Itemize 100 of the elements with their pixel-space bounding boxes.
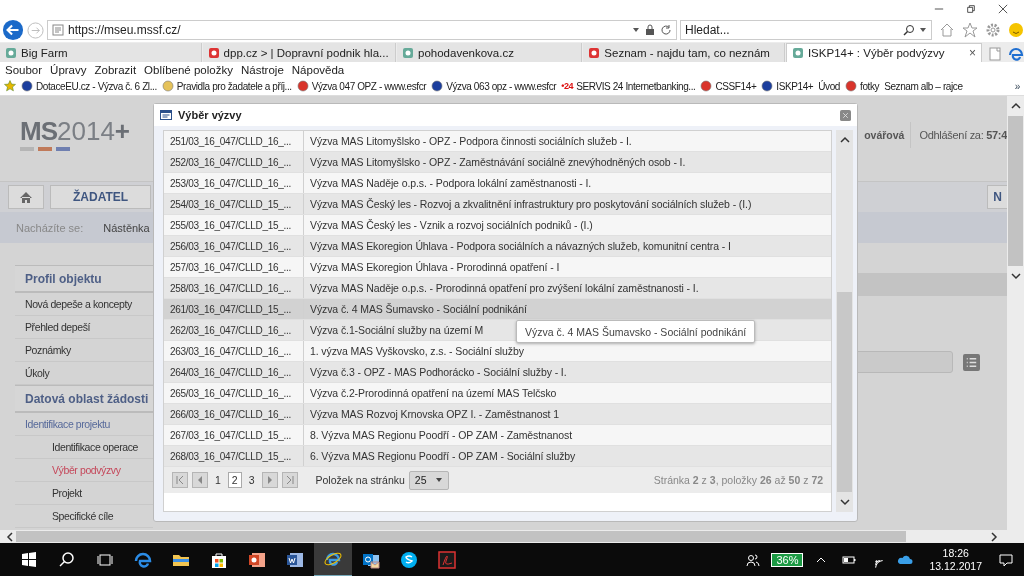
- search-icon[interactable]: [903, 24, 915, 36]
- site-icon: [700, 80, 713, 92]
- scrollbar[interactable]: [0, 530, 1024, 543]
- menu-item[interactable]: Zobrazit: [94, 63, 137, 76]
- favorite-link[interactable]: •24 SERVIS 24 Internetbanking...: [561, 80, 696, 92]
- table-cell: 261/03_16_047/CLLD_15_...: [164, 299, 304, 319]
- favorite-link[interactable]: Výzva 047 OPZ - www.esfcr: [296, 80, 427, 92]
- table-cell: 264/03_16_047/CLLD_16_...: [164, 362, 304, 382]
- browser-tab[interactable]: dpp.cz > | Dopravní podnik hla...: [202, 43, 397, 62]
- sidebar-item[interactable]: Specifické cíle: [15, 505, 153, 528]
- menu-item[interactable]: Soubor: [5, 63, 43, 76]
- table-row[interactable]: 261/03_16_047/CLLD_15_... Výzva č. 4 MAS Šumavsko - Sociální podnikání: [164, 299, 832, 320]
- page-number[interactable]: 2: [227, 472, 242, 488]
- browser-tab[interactable]: Big Farm: [0, 43, 202, 62]
- table-row[interactable]: 267/03_16_047/CLLD_15_... 8. Výzva MAS Regionu Poodří - OP ZAM - Zaměstnanost: [164, 425, 832, 446]
- browser-icon[interactable]: [314, 542, 352, 576]
- table-cell: 251/03_16_047/CLLD_16_...: [164, 131, 304, 151]
- menu-item[interactable]: Nápověda: [291, 63, 345, 76]
- list-button[interactable]: [963, 353, 980, 371]
- menu-item[interactable]: Nástroje: [240, 63, 284, 76]
- table-cell: 255/03_16_047/CLLD_15_...: [164, 215, 304, 235]
- breadcrumb-item[interactable]: Nástěnka: [103, 221, 150, 234]
- last-page-button[interactable]: [281, 472, 298, 488]
- refresh-icon[interactable]: [660, 24, 672, 36]
- dropdown-icon[interactable]: [919, 26, 927, 34]
- table-row[interactable]: 254/03_16_047/CLLD_15_... Výzva MAS Český les - Rozvoj a zkvalitnění infrastruktury pro poskytování sociálních služeb - (I.): [164, 194, 832, 215]
- table-row[interactable]: 257/03_16_047/CLLD_16_... Výzva MAS Ekoregion Úhlava - Prorodinná opatření - I: [164, 257, 832, 278]
- scroll-down-icon[interactable]: [1009, 270, 1022, 282]
- close-icon[interactable]: [998, 4, 1008, 14]
- table-cell: 253/03_16_047/CLLD_16_...: [164, 173, 304, 193]
- restore-icon[interactable]: [966, 4, 976, 14]
- table-row[interactable]: 256/03_16_047/CLLD_16_... Výzva MAS Ekoregion Úhlava - Podpora sociálních a návazných služeb, komunitní centra - I: [164, 236, 832, 257]
- site-icon: [21, 80, 33, 92]
- table-cell-text: Výzva MAS Český les - Rozvoj a zkvalitnění infrastruktury pro poskytování sociálních služeb - (I.): [309, 197, 752, 212]
- table-row[interactable]: 258/03_16_047/CLLD_16_... Výzva MAS Naděje o.p.s. - Prorodinná opatření pro zvýšení lokální zaměstnanosti - I.: [164, 278, 832, 299]
- user-name: ovářová: [864, 128, 905, 141]
- table-row[interactable]: 251/03_16_047/CLLD_16_... Výzva MAS Litomyšlsko - OPZ - Podpora činnosti sociálních služeb - I.: [164, 131, 832, 152]
- star-icon[interactable]: [962, 22, 978, 38]
- nav-button[interactable]: N: [987, 185, 1007, 209]
- sidebar-heading[interactable]: Profil objektu: [15, 265, 153, 293]
- scrollbar[interactable]: [1007, 96, 1024, 530]
- close-button[interactable]: [840, 109, 851, 121]
- table-cell-text: 1. výzva MAS Vyškovsko, z.s. - Sociální služby: [309, 344, 524, 359]
- table-row[interactable]: 253/03_16_047/CLLD_16_... Výzva MAS Naděje o.p.s. - Podpora lokální zaměstnanosti - I.: [164, 173, 832, 194]
- table-cell-text: Výzva MAS Ekoregion Úhlava - Prorodinná opatření - I: [309, 260, 560, 275]
- clock-date[interactable]: 13.12.2017: [929, 559, 982, 573]
- search-field[interactable]: Hledat...: [680, 20, 932, 40]
- sidebar-heading[interactable]: Datová oblast žádosti: [15, 385, 153, 413]
- menu-item[interactable]: Úpravy: [50, 63, 87, 76]
- page-size-dropdown[interactable]: 25: [408, 470, 449, 490]
- favorite-link[interactable]: ISKP14+: [761, 80, 814, 92]
- favorite-link[interactable]: DotaceEU.cz - Výzva č. 6 Zl...: [21, 80, 157, 92]
- scroll-left-icon[interactable]: [4, 530, 16, 543]
- scroll-right-icon[interactable]: [988, 530, 1000, 543]
- table-cell: 258/03_16_047/CLLD_16_...: [164, 278, 304, 298]
- browser-tab[interactable]: pohodavenkova.cz: [397, 43, 583, 62]
- scroll-down-icon[interactable]: [838, 496, 851, 508]
- home-icon[interactable]: [939, 22, 955, 38]
- favorite-link[interactable]: Výzva 063 opz - www.esfcr: [431, 80, 557, 92]
- tab-close-button[interactable]: ×: [969, 46, 976, 60]
- browser-tab[interactable]: Seznam - najdu tam, co neznám: [583, 43, 785, 62]
- favorite-link[interactable]: fotky: [845, 80, 880, 92]
- page-number[interactable]: 3: [245, 473, 258, 487]
- role-button[interactable]: ŽADATEL: [50, 185, 152, 209]
- lock-icon: [644, 24, 656, 36]
- table-cell-text: 8. Výzva MAS Regionu Poodří - OP ZAM - Zaměstnanost: [309, 428, 572, 443]
- address-field[interactable]: https://mseu.mssf.cz/: [47, 20, 677, 40]
- smiley-icon[interactable]: [1008, 22, 1024, 38]
- back-button[interactable]: [2, 19, 24, 41]
- site-icon: [402, 46, 415, 59]
- clock-time[interactable]: 18:26: [942, 546, 969, 560]
- page-info: Stránka 2 z 3, položky 26 až 50 z 72: [653, 474, 824, 486]
- favorite-link[interactable]: Pravidla pro žadatele a příj...: [161, 80, 292, 92]
- table-row[interactable]: 252/03_16_047/CLLD_16_... Výzva MAS Litomyšlsko - OPZ - Zaměstnávání sociálně znevýhodněných osob - I.: [164, 152, 832, 173]
- table-row[interactable]: 268/03_16_047/CLLD_15_... 6. Výzva MAS Regionu Poodří - OP ZAM - Sociální služby: [164, 446, 832, 467]
- people-icon[interactable]: [745, 551, 762, 568]
- notification-icon[interactable]: [998, 551, 1014, 568]
- battery-indicator[interactable]: 36%: [771, 552, 804, 567]
- next-page-button[interactable]: [261, 472, 278, 488]
- table-cell-text: Výzva MAS Ekoregion Úhlava - Podpora sociálních a návazných služeb, komunitní centra - I: [309, 239, 731, 254]
- table-row[interactable]: 266/03_16_047/CLLD_16_... Výzva MAS Rozvoj Krnovska OPZ I. - Zaměstnanost 1: [164, 404, 832, 425]
- menu-item[interactable]: Oblíbené položky: [144, 63, 233, 76]
- table-row[interactable]: 264/03_16_047/CLLD_16_... Výzva č.3 - OPZ - MAS Podhorácko - Sociální služby - I.: [164, 362, 832, 383]
- favorite-link[interactable]: Seznam alb – rajce: [884, 80, 963, 92]
- home-button[interactable]: [8, 185, 44, 209]
- favorites-star-icon[interactable]: [4, 80, 16, 92]
- table-row[interactable]: 255/03_16_047/CLLD_15_... Výzva MAS Český les - Vznik a rozvoj sociálních podniků - (I.): [164, 215, 832, 236]
- edge-icon[interactable]: [1008, 46, 1024, 62]
- dropdown-icon[interactable]: [632, 26, 640, 34]
- table-cell: 263/03_16_047/CLLD_16_...: [164, 341, 304, 361]
- page-number[interactable]: 1: [212, 473, 224, 487]
- table-row[interactable]: 263/03_16_047/CLLD_16_... 1. výzva MAS Vyškovsko, z.s. - Sociální služby: [164, 341, 832, 362]
- favorite-link[interactable]: CSSF14+: [700, 80, 757, 92]
- settings-icon[interactable]: [985, 22, 1001, 38]
- favorite-link[interactable]: Úvod: [818, 80, 841, 92]
- table-row[interactable]: 265/03_16_047/CLLD_16_... Výzva č.2-Prorodinná opatření na území MAS Telčsko: [164, 383, 832, 404]
- more-favorites-button[interactable]: »: [1014, 80, 1024, 92]
- scrollbar[interactable]: [836, 130, 853, 512]
- site-icon: [845, 80, 858, 92]
- browser-tab[interactable]: ISKP14+ : Výběr podvýzvy ×: [785, 43, 982, 62]
